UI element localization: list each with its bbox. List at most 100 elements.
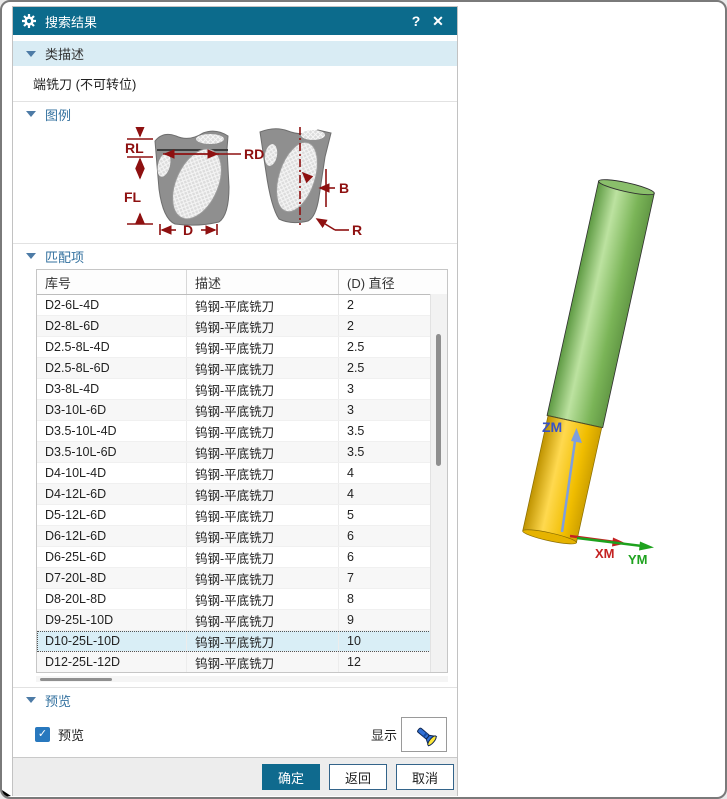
dialog-title: 搜索结果 [45, 12, 405, 31]
column-header-library-id[interactable]: 库号 [37, 270, 187, 294]
cell-diameter: 7 [339, 568, 431, 588]
dialog-footer: 确定 返回 取消 [13, 757, 457, 796]
table-row[interactable]: D8-20L-8D钨钢-平底铣刀8 [37, 589, 431, 610]
cell-description: 钨钢-平底铣刀 [187, 421, 339, 441]
cell-library-id: D10-25L-10D [37, 631, 187, 651]
collapse-triangle-icon [26, 51, 36, 57]
preview-row: ✓ 预览 显示 [13, 713, 457, 755]
table-row[interactable]: D12-25L-12D钨钢-平底铣刀12 [37, 652, 431, 673]
cell-library-id: D9-25L-10D [37, 610, 187, 630]
axis-z-label: ZM [542, 419, 562, 435]
cell-library-id: D3-8L-4D [37, 379, 187, 399]
cell-description: 钨钢-平底铣刀 [187, 379, 339, 399]
cell-description: 钨钢-平底铣刀 [187, 526, 339, 546]
collapse-triangle-icon [26, 697, 36, 703]
display-label: 显示 [371, 725, 397, 744]
cell-library-id: D6-25L-6D [37, 547, 187, 567]
cell-description: 钨钢-平底铣刀 [187, 295, 339, 315]
group-title: 预览 [45, 691, 71, 710]
cell-diameter: 4 [339, 484, 431, 504]
cell-diameter: 2 [339, 295, 431, 315]
tool-shank [547, 181, 654, 428]
cell-diameter: 2.5 [339, 337, 431, 357]
table-row[interactable]: D10-25L-10D钨钢-平底铣刀10 [37, 631, 431, 652]
cell-diameter: 8 [339, 589, 431, 609]
preview-checkbox-label: 预览 [58, 725, 371, 744]
legend-label-d: D [183, 222, 193, 238]
group-header-matches[interactable]: 匹配项 [13, 243, 457, 268]
search-results-dialog: 搜索结果 ? ✕ 类描述 端铣刀 (不可转位) 图例 [12, 6, 458, 796]
cell-library-id: D12-25L-12D [37, 652, 187, 672]
cell-description: 钨钢-平底铣刀 [187, 631, 339, 651]
group-header-class-description[interactable]: 类描述 [13, 41, 457, 66]
group-header-preview[interactable]: 预览 [13, 687, 457, 712]
scrollbar-thumb[interactable] [436, 334, 441, 466]
axis-y-arrow [577, 538, 642, 546]
cell-diameter: 10 [339, 631, 431, 651]
table-row[interactable]: D9-25L-10D钨钢-平底铣刀9 [37, 610, 431, 631]
legend-label-rd: RD [244, 146, 264, 162]
table-row[interactable]: D6-12L-6D钨钢-平底铣刀6 [37, 526, 431, 547]
cell-library-id: D6-12L-6D [37, 526, 187, 546]
cell-description: 钨钢-平底铣刀 [187, 568, 339, 588]
cell-description: 钨钢-平底铣刀 [187, 358, 339, 378]
cell-diameter: 4 [339, 463, 431, 483]
table-row[interactable]: D2.5-8L-4D钨钢-平底铣刀2.5 [37, 337, 431, 358]
collapse-triangle-icon [26, 111, 36, 117]
legend-label-fl: FL [124, 189, 142, 205]
table-row[interactable]: D5-12L-6D钨钢-平底铣刀5 [37, 505, 431, 526]
table-header-row: 库号 描述 (D) 直径 [37, 270, 447, 295]
table-horizontal-scrollbar[interactable] [36, 676, 448, 682]
cell-diameter: 3 [339, 379, 431, 399]
cell-description: 钨钢-平底铣刀 [187, 547, 339, 567]
column-header-diameter[interactable]: (D) 直径 [339, 270, 431, 294]
table-row[interactable]: D2-8L-6D钨钢-平底铣刀2 [37, 316, 431, 337]
collapse-triangle-icon [26, 253, 36, 259]
cell-diameter: 3 [339, 400, 431, 420]
cell-library-id: D3-10L-6D [37, 400, 187, 420]
back-button[interactable]: 返回 [329, 764, 387, 790]
scrollbar-thumb[interactable] [40, 678, 112, 681]
cell-library-id: D5-12L-6D [37, 505, 187, 525]
cell-diameter: 6 [339, 547, 431, 567]
cell-library-id: D8-20L-8D [37, 589, 187, 609]
cell-diameter: 12 [339, 652, 431, 672]
preview-checkbox[interactable]: ✓ [35, 727, 50, 742]
table-vertical-scrollbar[interactable] [430, 294, 447, 672]
tool-3d-preview[interactable]: ZM XM YM [482, 152, 727, 582]
dialog-titlebar[interactable]: 搜索结果 ? ✕ [13, 7, 457, 35]
table-row[interactable]: D2-6L-4D钨钢-平底铣刀2 [37, 295, 431, 316]
display-button[interactable] [401, 717, 447, 752]
table-row[interactable]: D3-8L-4D钨钢-平底铣刀3 [37, 379, 431, 400]
legend-label-rl: RL [125, 140, 144, 156]
table-row[interactable]: D3-10L-6D钨钢-平底铣刀3 [37, 400, 431, 421]
group-title: 匹配项 [45, 247, 84, 266]
column-header-description[interactable]: 描述 [187, 270, 339, 294]
table-row[interactable]: D4-12L-6D钨钢-平底铣刀4 [37, 484, 431, 505]
cell-description: 钨钢-平底铣刀 [187, 505, 339, 525]
table-row[interactable]: D6-25L-6D钨钢-平底铣刀6 [37, 547, 431, 568]
legend-label-b: B [339, 180, 349, 196]
table-row[interactable]: D7-20L-8D钨钢-平底铣刀7 [37, 568, 431, 589]
help-button[interactable]: ? [405, 13, 427, 29]
close-button[interactable]: ✕ [427, 13, 449, 30]
table-body: D2-6L-4D钨钢-平底铣刀2D2-8L-6D钨钢-平底铣刀2D2.5-8L-… [37, 295, 431, 673]
tool-model[interactable] [521, 177, 655, 547]
cell-diameter: 6 [339, 526, 431, 546]
cell-library-id: D2.5-8L-4D [37, 337, 187, 357]
cell-library-id: D2.5-8L-6D [37, 358, 187, 378]
group-header-legend[interactable]: 图例 [13, 101, 457, 126]
cell-library-id: D7-20L-8D [37, 568, 187, 588]
ok-button[interactable]: 确定 [262, 764, 320, 790]
cell-description: 钨钢-平底铣刀 [187, 589, 339, 609]
table-row[interactable]: D3.5-10L-4D钨钢-平底铣刀3.5 [37, 421, 431, 442]
application-window: 搜索结果 ? ✕ 类描述 端铣刀 (不可转位) 图例 [0, 0, 727, 799]
gear-icon [21, 13, 37, 29]
axis-y-label: YM [628, 552, 648, 567]
table-row[interactable]: D2.5-8L-6D钨钢-平底铣刀2.5 [37, 358, 431, 379]
cell-description: 钨钢-平底铣刀 [187, 484, 339, 504]
cell-diameter: 3.5 [339, 421, 431, 441]
table-row[interactable]: D4-10L-4D钨钢-平底铣刀4 [37, 463, 431, 484]
table-row[interactable]: D3.5-10L-6D钨钢-平底铣刀3.5 [37, 442, 431, 463]
cancel-button[interactable]: 取消 [396, 764, 454, 790]
